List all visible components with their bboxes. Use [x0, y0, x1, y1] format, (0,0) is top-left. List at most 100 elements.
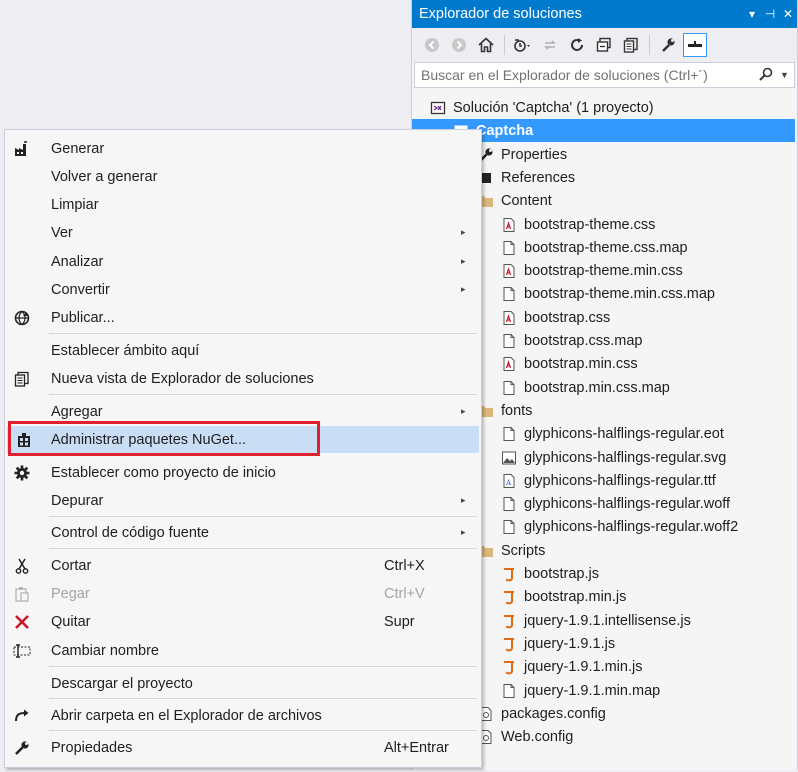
tree-node-web-config[interactable]: Web.config: [478, 725, 573, 748]
menu-item-pegar[interactable]: Pegar Ctrl+V: [5, 580, 481, 607]
forward-icon[interactable]: [447, 33, 471, 57]
submenu-arrow-icon: ▸: [461, 495, 466, 505]
tree-node-file[interactable]: bootstrap.css: [501, 306, 610, 329]
back-icon[interactable]: [420, 33, 444, 57]
tree-node-properties[interactable]: Properties: [478, 143, 567, 166]
tree-node-label: bootstrap-theme.css.map: [524, 239, 688, 256]
tree-node-file[interactable]: jquery-1.9.1.min.js: [501, 655, 642, 678]
tree-node-file[interactable]: jquery-1.9.1.min.map: [501, 679, 660, 702]
scissors-icon: [5, 552, 39, 579]
shortcut-label: Ctrl+X: [384, 557, 425, 574]
tree-node-label: bootstrap-theme.min.css.map: [524, 285, 715, 302]
refresh-icon[interactable]: [565, 33, 589, 57]
css-file-icon: [501, 263, 517, 279]
close-icon[interactable]: ✕: [779, 7, 797, 21]
tree-node-solution[interactable]: Solución 'Captcha' (1 proyecto): [430, 96, 654, 119]
tree-node-file[interactable]: glyphicons-halflings-regular.woff2: [501, 515, 738, 538]
pin-icon[interactable]: ⊣: [761, 7, 779, 21]
tree-node-file[interactable]: bootstrap-theme.css.map: [501, 236, 688, 259]
menu-item-establecer-ambito[interactable]: Establecer ámbito aquí: [5, 337, 481, 364]
panel-dropdown-icon[interactable]: ▾: [743, 7, 761, 21]
menu-item-label: Pegar: [51, 585, 90, 602]
collapse-all-icon[interactable]: [592, 33, 616, 57]
tree-node-label: bootstrap.min.js: [524, 588, 627, 605]
search-icon[interactable]: [758, 66, 780, 85]
tree-node-folder-scripts[interactable]: Scripts: [478, 539, 545, 562]
tree-node-label: glyphicons-halflings-regular.eot: [524, 425, 724, 442]
menu-separator: [49, 394, 477, 395]
tree-node-file[interactable]: bootstrap.js: [501, 562, 599, 585]
tree-node-label: jquery-1.9.1.min.js: [524, 658, 643, 675]
tree-node-label: packages.config: [501, 705, 606, 722]
menu-item-nueva-vista[interactable]: Nueva vista de Explorador de soluciones: [5, 365, 481, 392]
show-all-files-icon[interactable]: [619, 33, 643, 57]
file-icon: [501, 286, 517, 302]
menu-item-ver[interactable]: Ver ▸: [5, 219, 481, 246]
tree-node-label: Captcha: [476, 122, 534, 139]
tree-node-label: glyphicons-halflings-regular.woff: [524, 495, 731, 512]
font-file-icon: A: [501, 473, 517, 489]
menu-item-label: Cortar: [51, 557, 92, 574]
history-icon[interactable]: [511, 33, 535, 57]
menu-item-label: Limpiar: [51, 196, 99, 213]
solution-explorer-title-bar: Explorador de soluciones ▾ ⊣ ✕: [412, 0, 797, 28]
menu-item-generar[interactable]: Generar: [5, 135, 481, 162]
paste-icon: [5, 580, 39, 607]
menu-item-convertir[interactable]: Convertir ▸: [5, 276, 481, 303]
tree-node-file[interactable]: bootstrap.min.css: [501, 352, 638, 375]
tree-node-file[interactable]: glyphicons-halflings-regular.eot: [501, 422, 724, 445]
search-options-dropdown[interactable]: ▼: [780, 70, 794, 80]
tree-node-file[interactable]: bootstrap-theme.min.css.map: [501, 282, 715, 305]
menu-item-publicar[interactable]: Publicar...: [5, 304, 481, 331]
javascript-file-icon: [501, 589, 517, 605]
tree-node-references[interactable]: References: [478, 166, 575, 189]
menu-item-label: Analizar: [51, 253, 104, 270]
tree-node-folder-content[interactable]: Content: [478, 189, 552, 212]
menu-item-analizar[interactable]: Analizar ▸: [5, 248, 481, 275]
tree-node-file[interactable]: bootstrap-theme.min.css: [501, 259, 683, 282]
shortcut-label: Alt+Entrar: [384, 739, 449, 756]
tree-node-file[interactable]: jquery-1.9.1.intellisense.js: [501, 609, 691, 632]
menu-item-descargar-proyecto[interactable]: Descargar el proyecto: [5, 670, 481, 697]
menu-item-abrir-carpeta[interactable]: Abrir carpeta en el Explorador de archiv…: [5, 702, 481, 729]
tree-node-file[interactable]: bootstrap.min.js: [501, 585, 626, 608]
tree-node-file[interactable]: jquery-1.9.1.js: [501, 632, 615, 655]
file-icon: [501, 496, 517, 512]
menu-item-label: Agregar: [51, 403, 103, 420]
file-icon: [501, 426, 517, 442]
menu-item-cambiar-nombre[interactable]: Cambiar nombre: [5, 637, 481, 664]
menu-item-propiedades[interactable]: Propiedades Alt+Entrar: [5, 734, 481, 761]
menu-item-cortar[interactable]: Cortar Ctrl+X: [5, 552, 481, 579]
tree-node-packages-config[interactable]: packages.config: [478, 702, 606, 725]
menu-item-proyecto-inicio[interactable]: Establecer como proyecto de inicio: [5, 459, 481, 486]
menu-item-volver-a-generar[interactable]: Volver a generar: [5, 163, 481, 190]
tree-node-file[interactable]: glyphicons-halflings-regular.woff: [501, 492, 730, 515]
submenu-arrow-icon: ▸: [461, 227, 466, 237]
menu-item-control-codigo-fuente[interactable]: Control de código fuente ▸: [5, 519, 481, 546]
sync-icon[interactable]: [538, 33, 562, 57]
search-input[interactable]: Buscar en el Explorador de soluciones (C…: [414, 62, 795, 88]
css-file-icon: [501, 310, 517, 326]
menu-item-limpiar[interactable]: Limpiar: [5, 191, 481, 218]
tree-node-file[interactable]: bootstrap.css.map: [501, 329, 642, 352]
menu-item-label: Control de código fuente: [51, 524, 209, 541]
tree-node-file[interactable]: Aglyphicons-halflings-regular.ttf: [501, 469, 716, 492]
menu-item-label: Depurar: [51, 492, 104, 509]
home-icon[interactable]: [474, 33, 498, 57]
properties-icon[interactable]: [656, 33, 680, 57]
tree-node-label: bootstrap.min.css.map: [524, 379, 670, 396]
tree-node-folder-fonts[interactable]: fonts: [478, 399, 532, 422]
tree-node-file[interactable]: bootstrap-theme.css: [501, 213, 655, 236]
tree-node-label: bootstrap-theme.css: [524, 216, 656, 233]
menu-item-label: Cambiar nombre: [51, 642, 159, 659]
shortcut-label: Ctrl+V: [384, 585, 425, 602]
tree-node-file[interactable]: bootstrap.min.css.map: [501, 376, 670, 399]
build-icon: [5, 135, 39, 162]
toolbar-separator: [504, 35, 505, 55]
menu-item-label: Volver a generar: [51, 168, 158, 185]
file-icon: [501, 683, 517, 699]
tree-node-file[interactable]: glyphicons-halflings-regular.svg: [501, 446, 726, 469]
preview-icon[interactable]: [683, 33, 707, 57]
menu-item-depurar[interactable]: Depurar ▸: [5, 487, 481, 514]
menu-item-quitar[interactable]: Quitar Supr: [5, 608, 481, 635]
